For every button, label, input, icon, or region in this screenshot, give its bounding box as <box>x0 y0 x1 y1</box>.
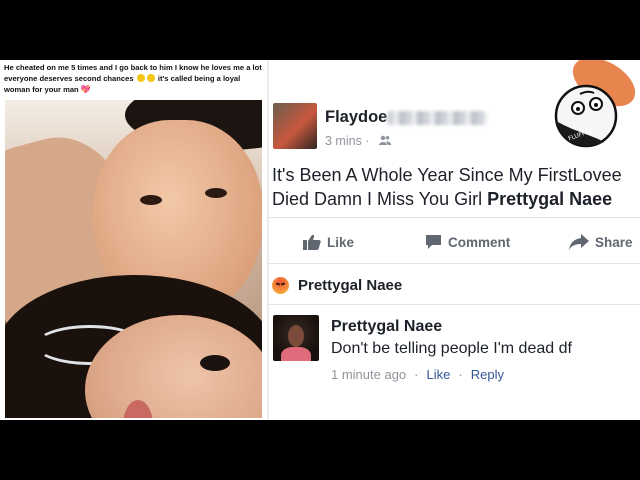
comment-text: Don't be telling people I'm dead df <box>331 340 572 357</box>
left-photo-post: He cheated on me 5 times and I go back t… <box>0 60 268 420</box>
blurred-surname <box>387 111 487 125</box>
comment-time[interactable]: 1 minute ago <box>331 367 406 382</box>
reactor-name[interactable]: Prettygal Naee <box>298 277 402 294</box>
comment-reply-link[interactable]: Reply <box>471 367 504 382</box>
commenter-name[interactable]: Prettygal Naee <box>331 318 442 336</box>
post-body: It's Been A Whole Year Since My FirstLov… <box>272 163 632 211</box>
sweat-smile-emoji-icon <box>146 74 155 82</box>
comment-button[interactable]: Comment <box>425 234 510 250</box>
thumbs-up-icon <box>303 234 321 250</box>
tagged-user-link[interactable]: Prettygal Naee <box>487 189 612 209</box>
comment-meta: 1 minute ago · Like · Reply <box>331 367 504 382</box>
screenshot-frame: He cheated on me 5 times and I go back t… <box>0 60 640 420</box>
comment-like-link[interactable]: Like <box>427 367 451 382</box>
commenter-avatar[interactable] <box>273 315 319 361</box>
divider <box>269 263 640 264</box>
reaction-row[interactable]: Prettygal Naee <box>269 272 640 302</box>
couple-photo <box>5 100 262 418</box>
comment-bubble-icon <box>426 235 441 249</box>
post-actions: Like Comment Share <box>269 225 640 261</box>
friends-icon <box>379 135 391 145</box>
channel-logo-sticker: FLUFFEE <box>554 60 636 148</box>
share-arrow-icon <box>569 234 589 250</box>
smiling-emoji-icon <box>136 74 145 82</box>
photo-caption: He cheated on me 5 times and I go back t… <box>4 62 262 95</box>
divider <box>269 304 640 305</box>
sparkling-heart-icon: 💖 <box>80 85 91 94</box>
author-name[interactable]: Flaydoe <box>325 108 387 127</box>
angry-reaction-icon <box>272 277 289 294</box>
divider <box>269 217 640 218</box>
share-button[interactable]: Share <box>569 234 633 250</box>
author-avatar[interactable] <box>273 103 317 149</box>
like-button[interactable]: Like <box>303 234 354 250</box>
post-time[interactable]: 3 mins · <box>325 134 369 148</box>
